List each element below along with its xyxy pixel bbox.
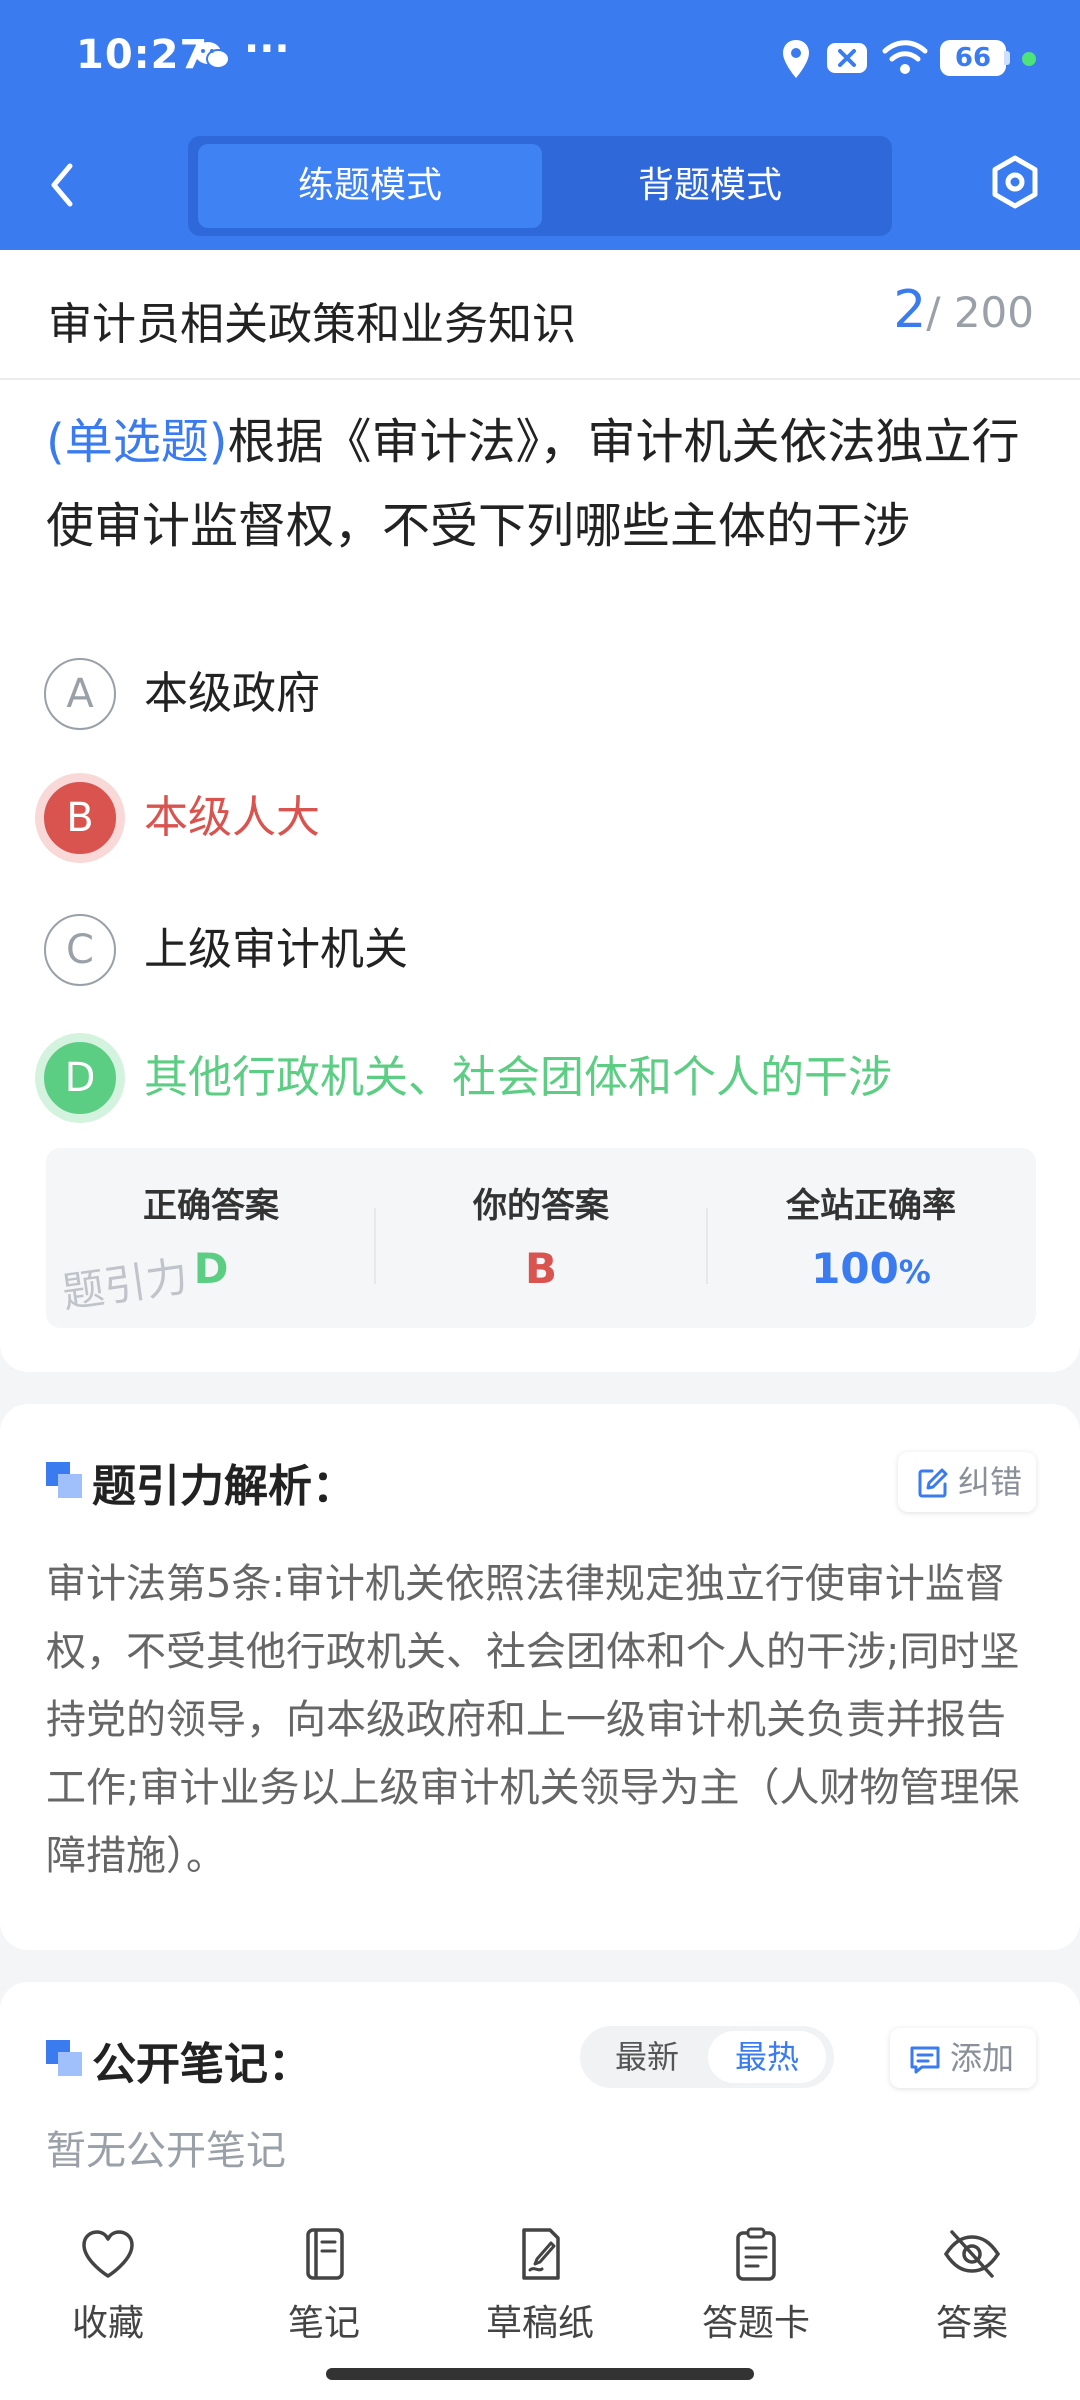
accuracy-number: 100 bbox=[811, 1244, 899, 1293]
option-text: 上级审计机关 bbox=[144, 924, 408, 975]
section-square-icon bbox=[46, 2040, 82, 2076]
toolbar-draft[interactable]: 草稿纸 bbox=[460, 2224, 620, 2344]
nfc-x-icon bbox=[827, 43, 867, 73]
draft-paper-icon bbox=[522, 2228, 560, 2280]
analysis-title: 题引力解析： bbox=[92, 1461, 356, 1512]
question-type: (单选题) bbox=[46, 414, 228, 470]
mode-switch: 练题模式 背题模式 bbox=[188, 136, 892, 236]
wifi-icon bbox=[882, 40, 928, 74]
question-total: / 200 bbox=[926, 288, 1034, 337]
top-bar: 10:27 ··· 66 练题模式 背题模式 bbox=[0, 0, 1080, 250]
comment-icon bbox=[910, 2046, 940, 2074]
accuracy-value: 100% bbox=[706, 1244, 1036, 1293]
tab-memorize-mode[interactable]: 背题模式 bbox=[538, 144, 882, 228]
toolbar-answer-sheet[interactable]: 答题卡 bbox=[676, 2224, 836, 2344]
section-square-icon bbox=[46, 1462, 82, 1498]
add-note-button[interactable]: 添加 bbox=[890, 2028, 1036, 2088]
subject-row: 审计员相关政策和业务知识 2/ 200 bbox=[0, 250, 1080, 380]
notes-empty-text: 暂无公开笔记 bbox=[46, 2128, 286, 2174]
option-letter: B bbox=[44, 782, 116, 854]
toolbar-favorite[interactable]: 收藏 bbox=[28, 2224, 188, 2344]
option-letter: D bbox=[44, 1042, 116, 1114]
your-answer-label: 你的答案 bbox=[473, 1186, 609, 1226]
status-green-dot bbox=[1022, 52, 1036, 66]
sort-hottest[interactable]: 最热 bbox=[708, 2031, 826, 2083]
option-text: 其他行政机关、社会团体和个人的干涉 bbox=[144, 1052, 892, 1103]
accuracy-label: 全站正确率 bbox=[786, 1186, 956, 1226]
chevron-left-icon[interactable] bbox=[36, 150, 86, 220]
hexagon-settings-icon[interactable] bbox=[988, 154, 1042, 210]
wechat-icon bbox=[195, 42, 230, 69]
battery-level: 66 bbox=[954, 43, 992, 73]
edit-icon bbox=[918, 1468, 948, 1498]
status-time: 10:27 bbox=[76, 32, 209, 78]
your-answer-value: B bbox=[524, 1244, 557, 1293]
home-indicator[interactable] bbox=[326, 2368, 754, 2380]
your-answer-col: 你的答案 B bbox=[376, 1148, 706, 1328]
toolbar-label: 答案 bbox=[935, 2303, 1008, 2344]
toolbar-label: 收藏 bbox=[71, 2303, 144, 2344]
option-text: 本级政府 bbox=[144, 668, 320, 719]
notebook-icon bbox=[306, 2228, 344, 2280]
analysis-card: 题引力解析： 纠错 审计法第5条:审计机关依照法律规定独立行使审计监督权，不受其… bbox=[0, 1404, 1080, 1950]
notes-title: 公开笔记： bbox=[92, 2039, 312, 2090]
toolbar-label: 答题卡 bbox=[701, 2303, 810, 2344]
answer-sheet-icon bbox=[736, 2227, 776, 2281]
option-d[interactable]: D 其他行政机关、社会团体和个人的干涉 bbox=[44, 1038, 1034, 1118]
option-c[interactable]: C 上级审计机关 bbox=[44, 910, 1034, 990]
location-icon bbox=[783, 40, 809, 78]
option-letter: A bbox=[44, 658, 116, 730]
toolbar-notes[interactable]: 笔记 bbox=[244, 2224, 404, 2344]
heart-icon bbox=[82, 2230, 134, 2278]
question-index: 2 bbox=[893, 280, 927, 340]
option-a[interactable]: A 本级政府 bbox=[44, 654, 1034, 734]
option-letter: C bbox=[44, 914, 116, 986]
sort-newest[interactable]: 最新 bbox=[588, 2031, 706, 2083]
question-counter: 2/ 200 bbox=[893, 280, 1034, 340]
eye-off-icon bbox=[943, 2230, 1001, 2278]
option-text: 本级人大 bbox=[144, 792, 320, 843]
question-text: (单选题)根据《审计法》，审计机关依法独立行使审计监督权，不受下列哪些主体的干涉 bbox=[46, 400, 1042, 568]
tab-practice-mode[interactable]: 练题模式 bbox=[198, 144, 542, 228]
status-more-dots: ··· bbox=[244, 26, 290, 72]
subject-title: 审计员相关政策和业务知识 bbox=[48, 299, 576, 350]
analysis-text: 审计法第5条:审计机关依照法律规定独立行使审计监督权，不受其他行政机关、社会团体… bbox=[46, 1561, 1020, 1879]
report-error-label: 纠错 bbox=[958, 1463, 1023, 1501]
accuracy-col: 全站正确率 100% bbox=[706, 1148, 1036, 1328]
toolbar-label: 草稿纸 bbox=[485, 2303, 594, 2344]
toolbar-answer[interactable]: 答案 bbox=[892, 2224, 1052, 2344]
question-card: 审计员相关政策和业务知识 2/ 200 (单选题)根据《审计法》，审计机关依法独… bbox=[0, 250, 1080, 1372]
answer-summary: 正确答案 D 你的答案 B 全站正确率 100% bbox=[46, 1148, 1036, 1328]
add-note-label: 添加 bbox=[950, 2039, 1015, 2077]
notes-sort-toggle: 最新 最热 bbox=[580, 2026, 834, 2088]
option-b[interactable]: B 本级人大 bbox=[44, 778, 1034, 858]
report-error-button[interactable]: 纠错 bbox=[898, 1452, 1036, 1512]
status-bar: 10:27 ··· 66 bbox=[0, 0, 1080, 118]
accuracy-unit: % bbox=[898, 1253, 931, 1291]
toolbar-label: 笔记 bbox=[287, 2303, 360, 2344]
correct-answer-label: 正确答案 bbox=[143, 1186, 279, 1226]
